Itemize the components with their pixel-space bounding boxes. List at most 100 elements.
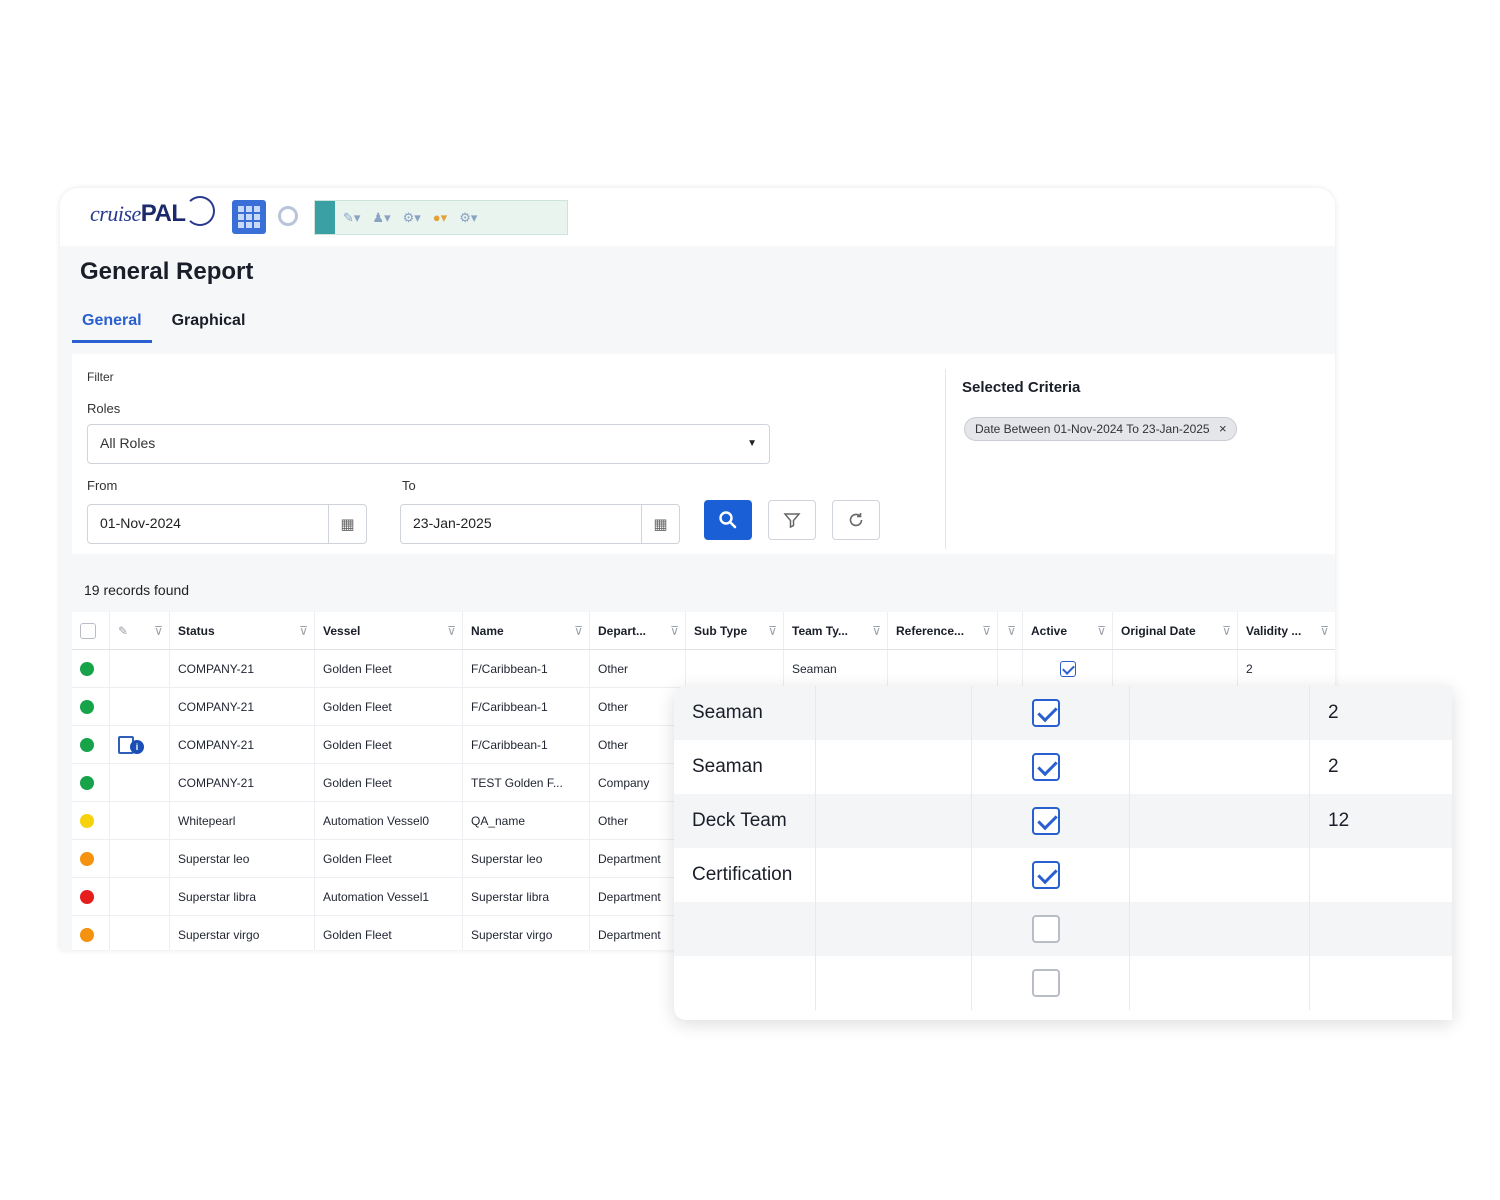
select-all-checkbox[interactable] bbox=[80, 622, 96, 639]
apps-grid-icon[interactable] bbox=[232, 200, 266, 234]
column-header[interactable]: Validity ... ⊽ bbox=[1238, 612, 1335, 649]
department-text: Department bbox=[590, 840, 686, 877]
column-header[interactable]: Sub Type ⊽ bbox=[686, 612, 784, 649]
zoom-team-cell bbox=[674, 956, 816, 1010]
from-date-input[interactable]: 01-Nov-2024 ▦ bbox=[87, 504, 367, 544]
selected-criteria-title: Selected Criteria bbox=[962, 379, 1081, 396]
column-filter-icon[interactable]: ⊽ bbox=[447, 624, 456, 638]
column-filter-icon[interactable]: ⊽ bbox=[1007, 624, 1016, 638]
column-header[interactable]: Original Date ⊽ bbox=[1113, 612, 1238, 649]
cruisepal-logo[interactable]: cruisePAL bbox=[90, 200, 186, 228]
help-icon[interactable]: ⚙▾ bbox=[459, 210, 477, 226]
table-row[interactable]: COMPANY-21 Golden Fleet F/Caribbean-1 Other… bbox=[72, 650, 1335, 688]
active-checkbox[interactable] bbox=[1032, 915, 1060, 943]
department-text: Department bbox=[590, 916, 686, 950]
column-filter-icon[interactable]: ⊽ bbox=[1222, 624, 1231, 638]
vessel-text: Automation Vessel1 bbox=[315, 878, 463, 915]
zoomed-row[interactable]: Seaman 2 bbox=[674, 686, 1452, 740]
gear-icon[interactable] bbox=[278, 206, 298, 226]
pin-icon[interactable]: ✎▾ bbox=[343, 210, 360, 226]
column-header-label: Name bbox=[471, 623, 504, 638]
column-filter-icon[interactable]: ⊽ bbox=[1097, 624, 1106, 638]
reset-button[interactable] bbox=[832, 500, 880, 540]
column-filter-icon[interactable]: ⊽ bbox=[670, 624, 679, 638]
column-header[interactable] bbox=[72, 612, 110, 649]
active-checkbox[interactable] bbox=[1032, 699, 1060, 727]
column-filter-icon[interactable]: ⊽ bbox=[982, 624, 991, 638]
vessel-text-value: Golden Fleet bbox=[323, 737, 392, 752]
status-text: COMPANY-21 bbox=[170, 650, 315, 687]
user-icon[interactable]: ♟▾ bbox=[372, 210, 390, 226]
vessel-text: Golden Fleet bbox=[315, 650, 463, 687]
name-text-value: F/Caribbean-1 bbox=[471, 737, 548, 752]
column-filter-icon[interactable]: ⊽ bbox=[154, 624, 163, 638]
column-header-label: Active bbox=[1031, 623, 1068, 638]
column-header-label: Validity ... bbox=[1246, 623, 1302, 638]
document-badge-icon[interactable]: i bbox=[118, 734, 144, 756]
close-icon[interactable]: × bbox=[1219, 421, 1227, 436]
column-header[interactable]: ⊽ bbox=[998, 612, 1023, 649]
status-text-value: Superstar leo bbox=[178, 851, 250, 866]
name-text-value: Superstar leo bbox=[471, 851, 543, 866]
toolbar-accent-bar bbox=[315, 201, 335, 234]
zoomed-row[interactable]: Seaman 2 bbox=[674, 740, 1452, 794]
calendar-icon[interactable]: ▦ bbox=[328, 505, 366, 543]
zoom-validity-cell bbox=[1310, 848, 1452, 902]
active-checkbox[interactable] bbox=[1059, 660, 1076, 677]
column-header-label: Depart... bbox=[598, 623, 647, 638]
zoomed-row[interactable]: Deck Team 12 bbox=[674, 794, 1452, 848]
criteria-chip[interactable]: Date Between 01-Nov-2024 To 23-Jan-2025 … bbox=[964, 417, 1237, 441]
department-text-value: Department bbox=[598, 889, 661, 904]
zoom-team-cell bbox=[674, 902, 816, 956]
zoom-active-cell bbox=[972, 794, 1130, 848]
active-cell bbox=[1023, 650, 1113, 687]
active-checkbox[interactable] bbox=[1032, 807, 1060, 835]
column-header[interactable]: Depart... ⊽ bbox=[590, 612, 686, 649]
settings-icon[interactable]: ⚙▾ bbox=[403, 210, 421, 226]
roles-select[interactable]: All Roles ▼ bbox=[87, 424, 770, 464]
column-header[interactable]: Name ⊽ bbox=[463, 612, 590, 649]
active-checkbox[interactable] bbox=[1032, 753, 1060, 781]
calendar-icon[interactable]: ▦ bbox=[641, 505, 679, 543]
to-date-input[interactable]: 23-Jan-2025 ▦ bbox=[400, 504, 680, 544]
active-checkbox[interactable] bbox=[1032, 861, 1060, 889]
name-text-value: Superstar libra bbox=[471, 889, 550, 904]
to-date-value: 23-Jan-2025 bbox=[413, 515, 492, 531]
name-text-value: Superstar virgo bbox=[471, 927, 553, 942]
column-filter-icon[interactable]: ⊽ bbox=[299, 624, 308, 638]
vessel-text-value: Automation Vessel0 bbox=[323, 813, 430, 828]
vessel-text: Golden Fleet bbox=[315, 916, 463, 950]
sub-type-cell bbox=[686, 650, 784, 687]
status-text: COMPANY-21 bbox=[170, 726, 315, 763]
status-cell bbox=[72, 764, 110, 801]
column-header[interactable]: Reference... ⊽ bbox=[888, 612, 998, 649]
column-filter-icon[interactable]: ⊽ bbox=[574, 624, 583, 638]
column-filter-icon[interactable]: ⊽ bbox=[768, 624, 777, 638]
action-cell bbox=[110, 688, 170, 725]
department-text: Other bbox=[590, 802, 686, 839]
zoomed-row[interactable]: Certification bbox=[674, 848, 1452, 902]
status-text-value: COMPANY-21 bbox=[178, 737, 255, 752]
zoomed-row[interactable] bbox=[674, 902, 1452, 956]
column-header[interactable]: Team Ty... ⊽ bbox=[784, 612, 888, 649]
name-text: F/Caribbean-1 bbox=[463, 650, 590, 687]
records-count: 19 records found bbox=[84, 582, 190, 598]
zoom-active-cell bbox=[972, 740, 1130, 794]
column-header[interactable]: ✎ ⊽ bbox=[110, 612, 170, 649]
zoom-date-cell bbox=[1130, 902, 1310, 956]
zoom-team-value: Seaman bbox=[692, 702, 763, 723]
column-filter-icon[interactable]: ⊽ bbox=[1320, 624, 1329, 638]
search-button[interactable] bbox=[704, 500, 752, 540]
tab-general[interactable]: General bbox=[72, 312, 152, 343]
column-header[interactable]: Active ⊽ bbox=[1023, 612, 1113, 649]
filter-button[interactable] bbox=[768, 500, 816, 540]
column-filter-icon[interactable]: ⊽ bbox=[872, 624, 881, 638]
active-checkbox[interactable] bbox=[1032, 969, 1060, 997]
column-header[interactable]: Status ⊽ bbox=[170, 612, 315, 649]
column-header[interactable]: Vessel ⊽ bbox=[315, 612, 463, 649]
filter-divider bbox=[945, 369, 946, 549]
filter-icon bbox=[783, 513, 801, 529]
star-icon[interactable]: ●▾ bbox=[433, 210, 447, 226]
zoomed-row[interactable] bbox=[674, 956, 1452, 1010]
tab-graphical[interactable]: Graphical bbox=[162, 312, 256, 343]
